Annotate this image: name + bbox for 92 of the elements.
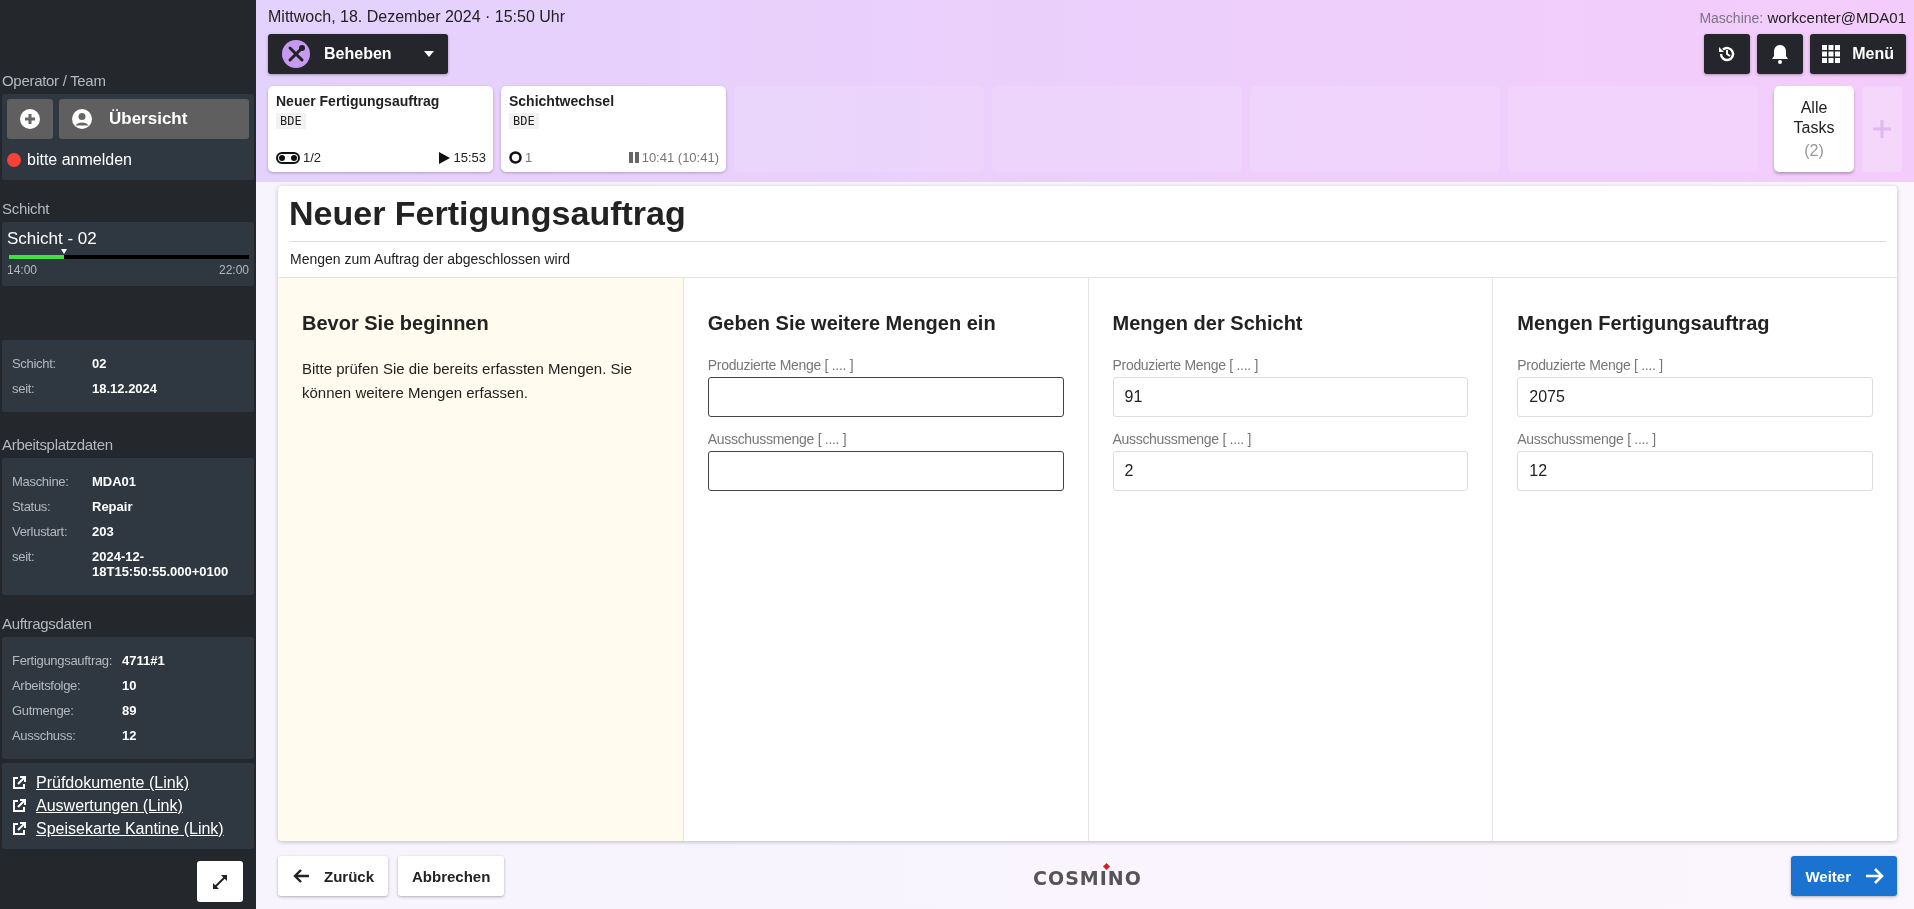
input-field[interactable]	[707, 377, 1064, 417]
all-tasks-card[interactable]: Alle Tasks (2)	[1774, 86, 1854, 172]
column-heading: Mengen Fertigungsauftrag	[1517, 312, 1771, 335]
link[interactable]: Prüfdokumente (Link)	[36, 774, 189, 792]
input-field[interactable]: 12	[1517, 451, 1873, 491]
task-card[interactable]: Neuer Fertigungsauftrag BDE 1/2 15:53	[268, 86, 493, 172]
task-progress: 1/2	[303, 150, 322, 165]
shift-name: Schicht - 02	[7, 229, 97, 249]
info-value: 4711#1	[122, 653, 165, 668]
section-heading: Arbeitsplatzdaten	[2, 436, 114, 453]
info-value: 10	[122, 678, 137, 693]
task-progress: 1	[525, 150, 533, 165]
info-value: 2024-12-18T15:50:55.000+0100	[92, 549, 230, 579]
info-label: Arbeitsfolge:	[12, 678, 82, 693]
logo: COSMINO	[1033, 863, 1142, 889]
menu-button[interactable]: Menü	[1810, 34, 1906, 74]
external-link-icon	[12, 822, 26, 836]
all-tasks-label: Alle Tasks	[1792, 98, 1836, 138]
info-label: Ausschuss:	[12, 728, 77, 743]
info-label: Verlustart:	[12, 524, 69, 539]
section-heading: Auftragsdaten	[2, 615, 93, 632]
plus-circle-icon	[19, 108, 41, 130]
field-label: Ausschussmenge [ .... ]	[707, 431, 848, 447]
info-label: Gutmenge:	[12, 703, 75, 718]
task-card[interactable]: Schichtwechsel BDE 1 10:41 (10:41)	[501, 86, 726, 172]
info-text: Bitte prüfen Sie die bereits erfassten Mengen. Sie können weitere Mengen erfassen.	[302, 359, 634, 403]
form-subtitle: Mengen zum Auftrag der abgeschlossen wird	[289, 250, 572, 269]
user-icon	[71, 108, 93, 130]
info-value: 89	[122, 703, 137, 718]
bell-icon	[1771, 44, 1790, 64]
tools-icon	[282, 40, 310, 68]
plus-icon	[1872, 119, 1892, 139]
info-value: 02	[92, 356, 107, 371]
info-value: 12	[122, 728, 137, 743]
task-time: 15:53	[453, 150, 486, 165]
field-label: Produzierte Menge [ .... ]	[1517, 357, 1664, 373]
info-label: Maschine:	[12, 474, 70, 489]
external-link-icon	[12, 799, 26, 813]
task-title: Neuer Fertigungsauftrag	[276, 93, 441, 109]
date-time: Mittwoch, 18. Dezember 2024 · 15:50 Uhr	[268, 8, 566, 26]
shift-end: 22:00	[218, 263, 249, 277]
login-status: bitte anmelden	[27, 151, 132, 169]
overview-button[interactable]: Übersicht	[59, 99, 249, 139]
section-heading: Schicht	[2, 200, 51, 217]
all-tasks-count: (2)	[1804, 142, 1824, 160]
info-label: Fertigungsauftrag:	[12, 653, 114, 668]
machine-info: Maschine: workcenter@MDA01	[1699, 8, 1906, 26]
add-operator-button[interactable]	[7, 99, 53, 139]
field-label: Ausschussmenge [ .... ]	[1517, 431, 1657, 447]
column-heading: Geben Sie weitere Mengen ein	[707, 312, 997, 335]
play-icon	[439, 151, 451, 164]
form-title: Neuer Fertigungsauftrag	[289, 186, 1886, 242]
task-tag: BDE	[276, 113, 306, 129]
field-label: Produzierte Menge [ .... ]	[1112, 357, 1259, 373]
field-label: Ausschussmenge [ .... ]	[1112, 431, 1253, 447]
back-button[interactable]: Zurück	[278, 856, 388, 896]
section-heading: Operator / Team	[2, 72, 107, 89]
external-link-icon	[12, 776, 26, 790]
info-value: 203	[92, 524, 115, 539]
grid-icon	[1822, 45, 1841, 63]
cancel-button[interactable]: Abbrechen	[398, 856, 505, 896]
info-label: Schicht:	[12, 356, 57, 371]
task-time: 10:41 (10:41)	[641, 150, 719, 165]
field-label: Produzierte Menge [ .... ]	[707, 357, 855, 373]
info-value: 18.12.2024	[92, 381, 158, 396]
shift-start: 14:00	[7, 263, 38, 277]
info-label: Status:	[12, 499, 52, 514]
toggle-icon	[276, 151, 300, 164]
link[interactable]: Speisekarte Kantine (Link)	[36, 820, 224, 838]
pause-icon	[628, 152, 639, 163]
info-label: seit:	[12, 549, 36, 566]
arrow-right-icon	[1865, 867, 1885, 885]
mode-dropdown[interactable]: Beheben	[268, 34, 448, 74]
column-heading: Mengen der Schicht	[1112, 312, 1304, 335]
expand-button[interactable]	[197, 861, 243, 902]
input-field[interactable]: 91	[1112, 377, 1469, 417]
arrow-left-icon	[292, 868, 310, 884]
info-value: MDA01	[92, 474, 138, 489]
history-button[interactable]	[1704, 34, 1751, 74]
input-field[interactable]	[707, 451, 1064, 491]
info-label: seit:	[12, 381, 36, 396]
circle-icon	[509, 151, 522, 164]
caret-icon	[424, 51, 434, 57]
task-title: Schichtwechsel	[509, 93, 616, 109]
input-field[interactable]: 2075	[1517, 377, 1873, 417]
input-field[interactable]: 2	[1112, 451, 1469, 491]
column-heading: Bevor Sie beginnen	[302, 312, 490, 335]
info-value: Repair	[92, 499, 134, 514]
notifications-button[interactable]	[1757, 34, 1804, 74]
task-tag: BDE	[509, 113, 539, 129]
next-button[interactable]: Weiter	[1791, 856, 1897, 896]
link[interactable]: Auswertungen (Link)	[36, 797, 183, 815]
